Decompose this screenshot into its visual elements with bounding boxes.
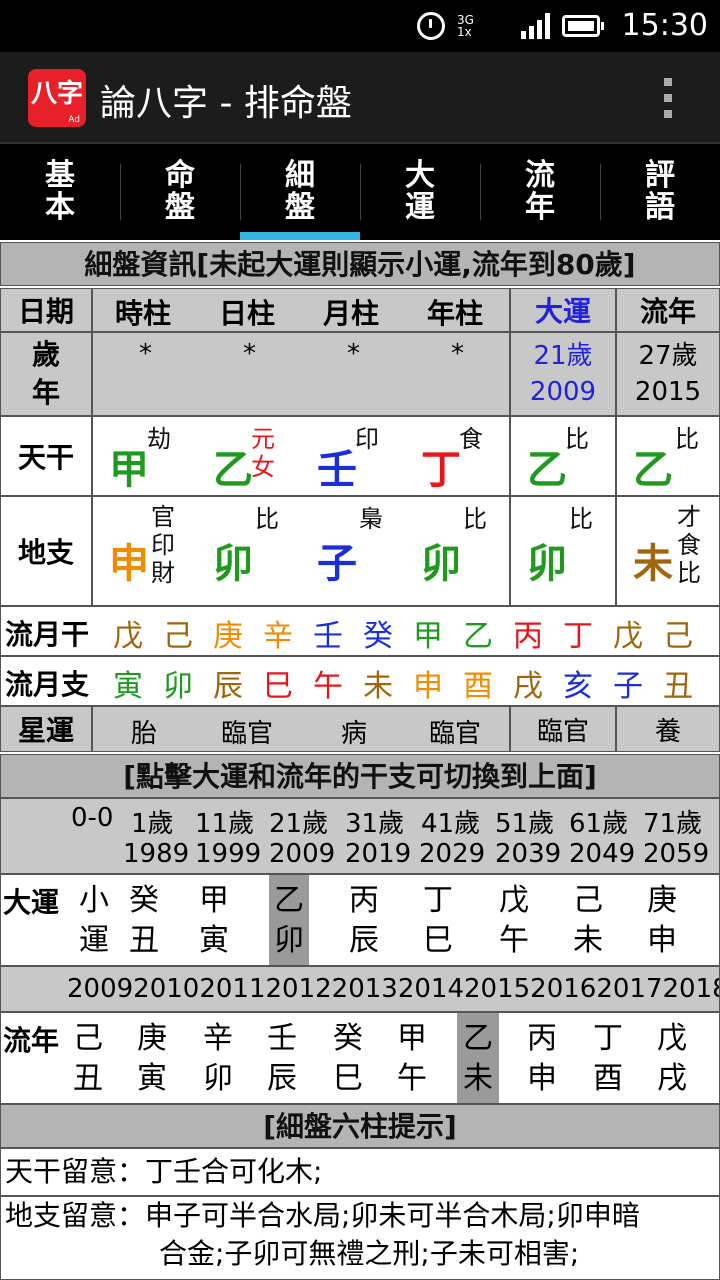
- tab-chart[interactable]: 命盤: [120, 146, 240, 240]
- panel-title: 細盤資訊[未起大運則顯示小運,流年到80歲]: [0, 242, 720, 286]
- tips-dizhi: 地支留意：申子可半合水局;卯未可半合木局;卯申暗 合金;子卯可無禮之刑;子未可相…: [0, 1196, 720, 1280]
- status-bar: 3G 1x 15:30: [0, 0, 720, 52]
- row-label-age: 歲年: [0, 332, 92, 416]
- col-header-liunian: 流年: [616, 288, 720, 332]
- tab-detail[interactable]: 細盤: [240, 146, 360, 240]
- tiangan-hour[interactable]: 甲: [109, 437, 149, 495]
- clock: 15:30: [621, 8, 708, 43]
- row-label-dizhi: 地支: [0, 496, 92, 606]
- tips-title: [細盤六柱提示]: [0, 1104, 720, 1148]
- dizhi-year[interactable]: 卯: [421, 531, 461, 589]
- tab-dayun[interactable]: 大運: [360, 146, 480, 240]
- liunian-pillar[interactable]: 己丑: [71, 1019, 105, 1099]
- dayun-pillar[interactable]: 丁巳: [421, 881, 455, 961]
- dayun-pillar[interactable]: 丙辰: [347, 881, 381, 961]
- tiangan-year[interactable]: 丁: [421, 437, 461, 495]
- detail-panel: 細盤資訊[未起大運則顯示小運,流年到80歲] 日期 時柱 日柱 月柱 年柱 大運…: [0, 240, 720, 1280]
- tiangan-day[interactable]: 乙: [213, 437, 253, 495]
- age-stars: * * * *: [92, 332, 510, 416]
- dayun-age-row: 0-0 1歲 11歲 21歲 31歲 41歲 51歲 61歲 71歲 1989 …: [0, 798, 720, 874]
- liunian-years-row: 2009201020112012201320142015201620172018: [0, 966, 720, 1012]
- liunian-pillar[interactable]: 壬辰: [265, 1019, 299, 1099]
- liuyue-gan-row: 流月干 戊 己 庚 辛 壬 癸 甲 乙 丙 丁 戊 己: [0, 606, 720, 656]
- dayun-pillar[interactable]: 戊午: [497, 881, 531, 961]
- liunian-pillar[interactable]: 戊戌: [655, 1019, 689, 1099]
- tiangan-month[interactable]: 壬: [317, 437, 357, 495]
- col-header-year: 年柱: [427, 297, 484, 330]
- col-header-hour: 時柱: [115, 297, 172, 330]
- signal-icon: [521, 13, 550, 39]
- col-header-month: 月柱: [323, 297, 380, 330]
- col-header-day: 日柱: [219, 297, 276, 330]
- tab-comments[interactable]: 評語: [600, 146, 720, 240]
- dayun-row: 大運 小運 癸丑 甲寅 乙卯 丙辰 丁巳 戊午 己未 庚申: [0, 874, 720, 966]
- switch-hint: [點擊大運和流年的干支可切換到上面]: [0, 754, 720, 798]
- liuyue-zhi-row: 流月支 寅 卯 辰 巳 午 未 申 酉 戌 亥 子 丑: [0, 656, 720, 706]
- xingyun-pillars: 胎 臨官 病 臨官: [92, 706, 510, 752]
- liunian-row: 流年 己丑 庚寅 辛卯 壬辰 癸巳 甲午 乙未 丙申 丁酉 戊戌: [0, 1012, 720, 1104]
- battery-icon: [562, 15, 604, 37]
- liunian-age-year: 27歲 2015: [616, 332, 720, 416]
- dayun-pillar[interactable]: 癸丑: [127, 881, 161, 961]
- alarm-icon: [417, 12, 445, 40]
- dizhi-month[interactable]: 子: [317, 531, 357, 589]
- tab-basic[interactable]: 基本: [0, 146, 120, 240]
- liunian-pillar[interactable]: 甲午: [395, 1019, 429, 1099]
- liunian-pillar[interactable]: 丁酉: [591, 1019, 625, 1099]
- pillar-header-group: 時柱 日柱 月柱 年柱: [92, 288, 510, 332]
- overflow-menu-icon[interactable]: [664, 78, 672, 118]
- dizhi-hour[interactable]: 申: [109, 531, 149, 589]
- tips-tiangan: 天干留意：丁壬合可化木;: [0, 1148, 720, 1196]
- row-label-xingyun: 星運: [0, 706, 92, 752]
- xingyun-liunian: 養: [616, 706, 720, 752]
- dayun-pillar[interactable]: 己未: [571, 881, 605, 961]
- xingyun-dayun: 臨官: [510, 706, 616, 752]
- app-title: 論八字 - 排命盤: [100, 83, 352, 124]
- dayun-pillar[interactable]: 庚申: [645, 881, 679, 961]
- dizhi-pillars: 申 官印財 卯 比 子 梟 卯 比: [92, 496, 510, 606]
- app-bar: 八字 Ad 論八字 - 排命盤: [0, 52, 720, 144]
- dizhi-day[interactable]: 卯: [213, 531, 253, 589]
- tiangan-dayun: 乙 比: [510, 416, 616, 496]
- dayun-age-year: 21歲 2009: [510, 332, 616, 416]
- tiangan-pillars: 甲 劫 乙 元女 壬 印 丁 食: [92, 416, 510, 496]
- network-type: 3G 1x: [457, 13, 474, 39]
- tab-bar: 基本 命盤 細盤 大運 流年 評語: [0, 146, 720, 240]
- liunian-pillar[interactable]: 癸巳: [331, 1019, 365, 1099]
- tab-liunian[interactable]: 流年: [480, 146, 600, 240]
- dizhi-dayun: 卯 比: [510, 496, 616, 606]
- dayun-pillar[interactable]: 甲寅: [197, 881, 231, 961]
- row-label-tiangan: 天干: [0, 416, 92, 496]
- col-header-date: 日期: [0, 288, 92, 332]
- liunian-pillar[interactable]: 庚寅: [135, 1019, 169, 1099]
- dayun-pillar[interactable]: 小運: [77, 881, 111, 961]
- col-header-dayun: 大運: [510, 288, 616, 332]
- dayun-pillar-selected[interactable]: 乙卯: [269, 875, 309, 965]
- tiangan-liunian: 乙 比: [616, 416, 720, 496]
- liunian-pillar[interactable]: 丙申: [525, 1019, 559, 1099]
- liunian-pillar-selected[interactable]: 乙未: [457, 1013, 499, 1103]
- app-logo: 八字 Ad: [28, 69, 86, 127]
- liunian-pillar[interactable]: 辛卯: [201, 1019, 235, 1099]
- dizhi-liunian: 未 才食比: [616, 496, 720, 606]
